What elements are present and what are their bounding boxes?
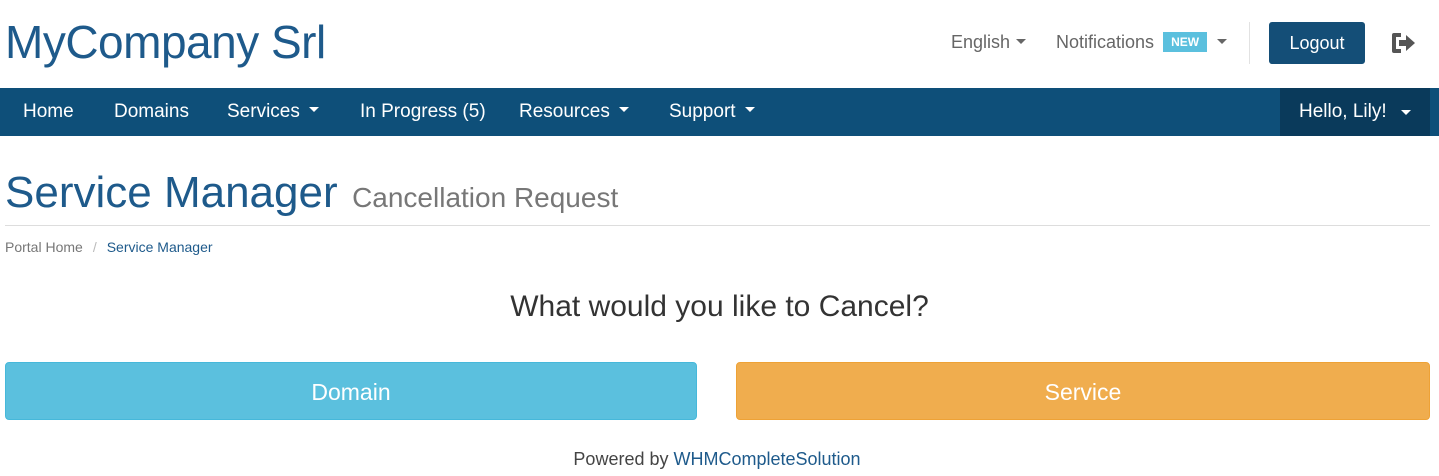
- breadcrumb-portal-home[interactable]: Portal Home: [5, 239, 83, 255]
- header: MyCompany Srl English Notifications NEW …: [0, 0, 1439, 88]
- user-menu[interactable]: Hello, Lily!: [1280, 88, 1430, 136]
- caret-down-icon: [744, 107, 755, 113]
- nav-item-label: Resources: [519, 101, 610, 122]
- notifications-menu[interactable]: Notifications NEW: [1056, 30, 1228, 54]
- nav-item-resources[interactable]: Resources: [519, 88, 629, 136]
- cancel-service-button[interactable]: Service: [736, 362, 1430, 420]
- footer-prefix: Powered by: [573, 449, 669, 469]
- nav-item-in-progress[interactable]: In Progress (5): [360, 88, 486, 136]
- nav-item-support[interactable]: Support: [669, 88, 755, 136]
- page-title-main: Service Manager: [5, 168, 338, 217]
- nav-item-label: Domains: [114, 101, 189, 122]
- company-logo[interactable]: MyCompany Srl: [5, 14, 326, 70]
- caret-down-icon: [1401, 110, 1411, 115]
- caret-down-icon: [618, 107, 629, 113]
- caret-down-icon: [1016, 38, 1027, 44]
- language-label: English: [951, 32, 1011, 52]
- nav-item-label: Services: [227, 101, 300, 122]
- breadcrumb: Portal Home / Service Manager: [5, 238, 213, 256]
- breadcrumb-separator: /: [92, 239, 97, 255]
- caret-down-icon: [308, 107, 319, 113]
- user-greeting: Hello, Lily!: [1299, 101, 1387, 122]
- nav-item-label: Home: [23, 101, 74, 122]
- page-subtitle: Cancellation Request: [352, 182, 619, 213]
- language-selector[interactable]: English: [951, 30, 1027, 54]
- notifications-badge: NEW: [1163, 32, 1208, 53]
- breadcrumb-current: Service Manager: [106, 239, 213, 255]
- page-title: Service Manager Cancellation Request: [5, 166, 618, 220]
- footer-link[interactable]: WHMCompleteSolution: [674, 449, 861, 469]
- nav-item-services[interactable]: Services: [227, 88, 319, 136]
- nav-item-domains[interactable]: Domains: [114, 88, 189, 136]
- main-navbar: Home Domains Services In Progress (5) Re…: [0, 88, 1439, 136]
- caret-down-icon: [1217, 38, 1228, 44]
- nav-item-label: In Progress (5): [360, 101, 486, 122]
- notifications-label: Notifications: [1056, 32, 1155, 52]
- cancel-domain-button[interactable]: Domain: [5, 362, 697, 420]
- nav-item-label: Support: [669, 101, 736, 122]
- logout-button[interactable]: Logout: [1269, 22, 1365, 64]
- nav-item-home[interactable]: Home: [23, 88, 74, 136]
- footer: Powered by WHMCompleteSolution: [0, 447, 1434, 471]
- title-divider: [5, 225, 1430, 226]
- sign-out-icon[interactable]: [1390, 31, 1418, 55]
- header-divider: [1249, 22, 1250, 64]
- cancel-question: What would you like to Cancel?: [510, 290, 929, 323]
